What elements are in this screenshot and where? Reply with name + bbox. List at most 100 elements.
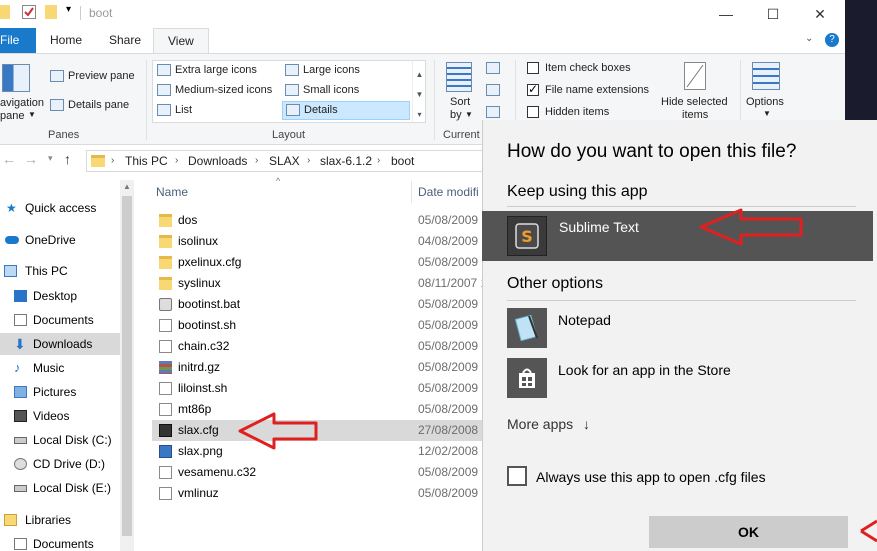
back-icon[interactable]: ←	[2, 151, 16, 167]
preview-pane-button[interactable]: Preview pane	[50, 70, 135, 83]
tab-home[interactable]: Home	[36, 28, 96, 53]
options-icon[interactable]	[752, 62, 780, 90]
file-name-extensions-checkbox[interactable]	[527, 82, 539, 97]
file-row-dos[interactable]: dos 05/08/2009 6	[152, 210, 492, 231]
file-row-slax-png[interactable]: slax.png 12/02/2008 1	[152, 441, 492, 462]
layout-large-icons[interactable]: Large icons	[285, 64, 360, 77]
navigation-pane-label-2[interactable]: pane	[0, 110, 24, 122]
list-icon	[157, 104, 171, 117]
file-row-mt86p[interactable]: mt86p 05/08/2009 6	[152, 399, 492, 420]
more-apps-link[interactable]: More apps ↓	[507, 416, 590, 432]
layout-small-icons[interactable]: Small icons	[285, 84, 359, 97]
small-icons-icon	[285, 84, 299, 97]
file-row-initrd-gz[interactable]: initrd.gz 05/08/2009 6	[152, 357, 492, 378]
options-label[interactable]: Options	[746, 96, 784, 108]
nav-this-pc[interactable]: This PC	[0, 260, 120, 282]
layout-list[interactable]: List	[157, 104, 192, 117]
group-by-icon[interactable]	[486, 62, 500, 74]
dialog-title: How do you want to open this file?	[507, 141, 797, 162]
nav-music[interactable]: ♪ Music	[0, 357, 120, 379]
properties-icon[interactable]	[22, 5, 36, 19]
column-header-date[interactable]: Date modifi	[418, 185, 479, 199]
nav-local-disk-e[interactable]: Local Disk (E:)	[0, 477, 120, 499]
medium-icons-icon	[157, 84, 171, 97]
app-option-sublime-text[interactable]: S Sublime Text	[482, 211, 873, 261]
column-header-name[interactable]: Name	[156, 185, 188, 199]
new-folder-icon[interactable]	[45, 5, 57, 19]
layout-details[interactable]: Details	[282, 101, 410, 120]
ok-button[interactable]: OK	[649, 516, 848, 548]
hide-selected-label[interactable]: Hide selected	[661, 96, 728, 108]
file-row-vmlinuz[interactable]: vmlinuz 05/08/2009 6	[152, 483, 492, 504]
nav-downloads[interactable]: ⬇ Downloads	[0, 333, 120, 355]
maximize-button[interactable]: ☐	[750, 0, 796, 28]
tab-share[interactable]: Share	[95, 28, 155, 53]
app-label-store: Look for an app in the Store	[558, 362, 731, 378]
nav-documents[interactable]: Documents	[0, 309, 120, 331]
nav-videos[interactable]: Videos	[0, 405, 120, 427]
breadcrumb-boot[interactable]: boot	[391, 154, 414, 168]
hide-selected-icon[interactable]	[684, 62, 706, 90]
details-pane-button[interactable]: Details pane	[50, 99, 129, 112]
file-name-extensions-toggle[interactable]: File name extensions	[527, 82, 649, 97]
help-icon[interactable]: ?	[825, 33, 839, 47]
layout-medium-icons[interactable]: Medium-sized icons	[157, 84, 272, 97]
hidden-items-checkbox[interactable]	[527, 106, 539, 119]
nav-pictures[interactable]: Pictures	[0, 381, 120, 403]
item-check-boxes-checkbox[interactable]	[527, 62, 539, 75]
add-columns-icon[interactable]	[486, 84, 500, 96]
breadcrumb-slax[interactable]: SLAX	[269, 154, 300, 168]
layout-extra-large-icons[interactable]: Extra large icons	[157, 64, 257, 77]
nav-onedrive[interactable]: OneDrive	[0, 229, 120, 251]
hidden-items-toggle[interactable]: Hidden items	[527, 106, 609, 119]
nav-local-disk-c[interactable]: Local Disk (C:)	[0, 429, 120, 451]
app-option-notepad[interactable]: Notepad	[482, 305, 873, 351]
file-row-bootinst-sh[interactable]: bootinst.sh 05/08/2009 6	[152, 315, 492, 336]
forward-icon[interactable]: →	[24, 151, 38, 167]
file-row-bootinst-bat[interactable]: bootinst.bat 05/08/2009 6	[152, 294, 492, 315]
tab-view[interactable]: View	[153, 28, 209, 53]
close-button[interactable]: ✕	[797, 0, 843, 28]
layout-scroll[interactable]: ▲ ▼ ▾	[412, 61, 426, 122]
file-row-slax-cfg[interactable]: slax.cfg 27/08/2008 2	[152, 420, 492, 441]
chevron-down-icon[interactable]: ▼	[465, 110, 473, 119]
navigation-pane-icon[interactable]	[2, 64, 30, 92]
sort-by-label-2[interactable]: by	[450, 109, 462, 121]
nav-scrollbar-thumb[interactable]	[122, 196, 132, 536]
group-label-layout: Layout	[272, 129, 306, 141]
file-row-vesamenu-c32[interactable]: vesamenu.c32 05/08/2009 6	[152, 462, 492, 483]
size-columns-icon[interactable]	[486, 106, 500, 118]
breadcrumb-downloads[interactable]: Downloads	[188, 154, 247, 168]
chevron-down-icon[interactable]: ▼	[763, 109, 771, 118]
sort-by-label[interactable]: Sort	[450, 96, 470, 108]
minimize-button[interactable]: —	[703, 0, 749, 28]
breadcrumb-this-pc[interactable]: This PC	[125, 154, 168, 168]
app-option-store[interactable]: Look for an app in the Store	[482, 355, 873, 401]
file-row-chain-c32[interactable]: chain.c32 05/08/2009 6	[152, 336, 492, 357]
up-icon[interactable]: ↑	[64, 151, 71, 167]
file-row-pxelinux-cfg[interactable]: pxelinux.cfg 05/08/2009 6	[152, 252, 492, 273]
nav-library-documents[interactable]: Documents	[0, 533, 120, 551]
file-row-liloinst-sh[interactable]: liloinst.sh 05/08/2009 6	[152, 378, 492, 399]
file-row-syslinux[interactable]: syslinux 08/11/2007 1	[152, 273, 492, 294]
nav-cd-drive[interactable]: CD Drive (D:)	[0, 453, 120, 475]
nav-desktop[interactable]: Desktop	[0, 285, 120, 307]
item-check-boxes-toggle[interactable]: Item check boxes	[527, 62, 631, 75]
tab-file[interactable]: File	[0, 28, 36, 53]
nav-quick-access[interactable]: ★ Quick access	[0, 197, 120, 219]
expand-ribbon-icon[interactable]: ⌄	[805, 33, 813, 44]
sort-by-icon[interactable]	[446, 62, 472, 92]
ribbon-tabs: File Home Share View ? ⌄	[0, 28, 845, 53]
customize-quick-access-icon[interactable]: ▾	[66, 4, 71, 15]
navigation-pane-label[interactable]: avigation	[0, 97, 44, 109]
file-row-isolinux[interactable]: isolinux 04/08/2009 1	[152, 231, 492, 252]
scroll-up-icon[interactable]: ▲	[123, 182, 131, 191]
recent-locations-icon[interactable]: ▾	[48, 153, 53, 164]
chevron-down-icon[interactable]: ▼	[28, 110, 36, 119]
nav-libraries[interactable]: Libraries	[0, 509, 120, 531]
documents-icon	[14, 314, 27, 326]
always-use-checkbox[interactable]	[507, 466, 527, 486]
column-divider[interactable]	[411, 181, 412, 203]
app-label-notepad: Notepad	[558, 312, 611, 328]
breadcrumb-slax-version[interactable]: slax-6.1.2	[320, 154, 372, 168]
